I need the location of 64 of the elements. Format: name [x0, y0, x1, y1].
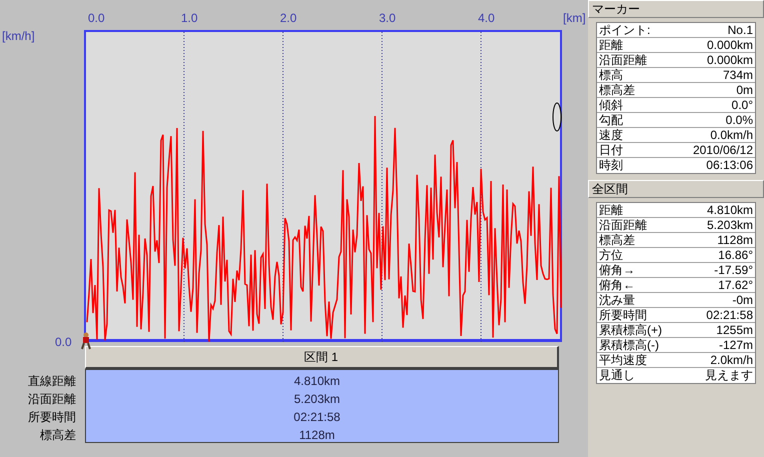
- section-label: 標高差: [40, 427, 76, 444]
- section-value: 5.203km: [294, 391, 340, 408]
- marker-value: 0.000km: [706, 38, 753, 52]
- marker-value: 0.000km: [706, 53, 753, 67]
- marker-value: 0.0km/h: [710, 128, 753, 142]
- y-unit-label: [km/h]: [2, 28, 35, 45]
- total-value: 02:21:58: [706, 308, 753, 322]
- total-label: 沈み量: [599, 293, 635, 307]
- x-tick-label: 1.0: [181, 10, 198, 27]
- marker-label: 沿面距離: [599, 53, 647, 67]
- panel-header[interactable]: 全区間: [588, 180, 764, 198]
- total-label: 累積標高(-): [599, 338, 659, 352]
- x-tick-label: 3.0: [379, 10, 396, 27]
- marker-value: No.1: [728, 23, 753, 37]
- total-label: 俯角→: [599, 263, 635, 277]
- marker-value: 0.0%: [726, 113, 753, 127]
- total-label: 俯角←: [599, 278, 635, 292]
- section-label: 沿面距離: [28, 391, 76, 408]
- section-header[interactable]: 区間 1: [85, 346, 559, 369]
- hiker-icon: [80, 332, 92, 350]
- marker-label: 日付: [599, 143, 623, 157]
- total-value: 見えます: [705, 368, 753, 383]
- total-value: 16.86°: [718, 248, 753, 262]
- marker-label: ポイント:: [599, 23, 650, 37]
- y-zero-label: 0.0: [55, 334, 72, 351]
- total-label: 標高差: [599, 233, 635, 247]
- total-label: 方位: [599, 248, 623, 262]
- marker-value: 0m: [736, 83, 753, 97]
- marker-label: 勾配: [599, 113, 623, 127]
- x-tick-label: 2.0: [280, 10, 297, 27]
- marker-label: 標高差: [599, 83, 635, 97]
- marker-value: 2010/06/12: [692, 143, 753, 157]
- x-tick-label: 0.0: [88, 10, 105, 27]
- x-tick-label: 4.0: [478, 10, 495, 27]
- marker-label: 傾斜: [599, 98, 623, 112]
- total-label: 所要時間: [599, 308, 647, 322]
- marker-label: 距離: [599, 38, 623, 52]
- marker-label: 時刻: [599, 158, 623, 173]
- total-label: 沿面距離: [599, 218, 647, 232]
- total-value: -17.59°: [714, 263, 753, 277]
- section-label: 所要時間: [28, 409, 76, 426]
- total-label: 平均速度: [599, 353, 647, 367]
- section-value: 02:21:58: [294, 409, 340, 426]
- x-unit-label: [km]: [563, 10, 586, 27]
- marker-label: 速度: [599, 128, 623, 142]
- marker-label: 標高: [599, 68, 623, 82]
- total-value: 5.203km: [706, 218, 753, 232]
- total-value: -127m: [718, 338, 753, 352]
- section-value: 1128m: [299, 427, 335, 444]
- total-label: 見通し: [599, 368, 635, 383]
- section-label: 直線距離: [28, 373, 76, 390]
- marker-value: 06:13:06: [706, 158, 753, 173]
- total-value: 1255m: [716, 323, 753, 337]
- total-value: 4.810km: [706, 203, 753, 217]
- panel-header[interactable]: マーカー: [588, 0, 764, 18]
- total-value: 2.0km/h: [710, 353, 753, 367]
- total-value: 1128m: [717, 233, 753, 247]
- total-value: 17.62°: [718, 278, 753, 292]
- marker-value: 734m: [722, 68, 753, 82]
- section-value: 4.810km: [294, 373, 340, 390]
- total-label: 累積標高(+): [599, 323, 662, 337]
- marker-value: 0.0°: [732, 98, 753, 112]
- total-value: -0m: [732, 293, 753, 307]
- total-label: 距離: [599, 203, 623, 217]
